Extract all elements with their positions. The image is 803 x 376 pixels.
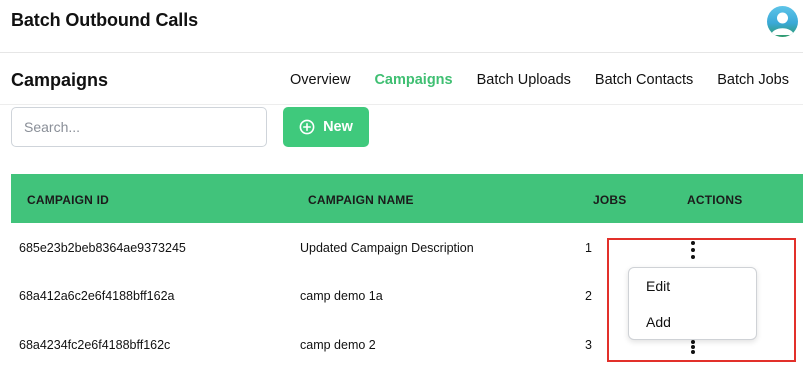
app-title: Batch Outbound Calls: [11, 10, 199, 30]
page-title: Campaigns: [11, 70, 109, 90]
tab-campaigns[interactable]: Campaigns: [374, 72, 452, 88]
tab-bar: Overview Campaigns Batch Uploads Batch C…: [290, 72, 803, 88]
campaign-id-cell: 68a412a6c2e6f4188bff162a: [19, 289, 175, 303]
menu-item-edit[interactable]: Edit: [646, 278, 670, 294]
new-campaign-button[interactable]: New: [283, 107, 369, 147]
campaign-name-cell: camp demo 2: [300, 338, 376, 352]
tab-batch-jobs[interactable]: Batch Jobs: [717, 72, 789, 88]
column-header-campaign-name[interactable]: CAMPAIGN NAME: [308, 193, 414, 207]
jobs-cell: 1: [585, 241, 592, 255]
plus-circle-icon: [299, 119, 315, 135]
tab-batch-contacts[interactable]: Batch Contacts: [595, 72, 693, 88]
campaign-id-cell: 68a4234fc2e6f4188bff162c: [19, 338, 171, 352]
campaign-id-cell: 685e23b2beb8364ae9373245: [19, 241, 186, 255]
kebab-menu-icon[interactable]: [687, 241, 699, 259]
jobs-cell: 3: [585, 338, 592, 352]
campaign-name-cell: Updated Campaign Description: [300, 241, 474, 255]
campaign-name-cell: camp demo 1a: [300, 289, 383, 303]
tab-batch-uploads[interactable]: Batch Uploads: [477, 72, 571, 88]
tab-overview[interactable]: Overview: [290, 72, 350, 88]
column-header-actions: ACTIONS: [687, 193, 743, 207]
table-row: 68a4234fc2e6f4188bff162c camp demo 2 3: [11, 338, 803, 376]
user-avatar-icon[interactable]: [767, 6, 798, 37]
column-header-campaign-id[interactable]: CAMPAIGN ID: [27, 193, 109, 207]
column-header-jobs[interactable]: JOBS: [593, 193, 626, 207]
jobs-cell: 2: [585, 289, 592, 303]
row-actions-dropdown: Edit Add: [628, 267, 757, 340]
menu-item-add[interactable]: Add: [646, 314, 671, 330]
header-divider: [0, 52, 803, 53]
new-button-label: New: [323, 119, 353, 135]
kebab-menu-icon[interactable]: [687, 340, 699, 354]
table-header: CAMPAIGN ID CAMPAIGN NAME JOBS ACTIONS: [11, 174, 803, 223]
search-input[interactable]: [11, 107, 267, 147]
tab-divider: [0, 104, 803, 105]
